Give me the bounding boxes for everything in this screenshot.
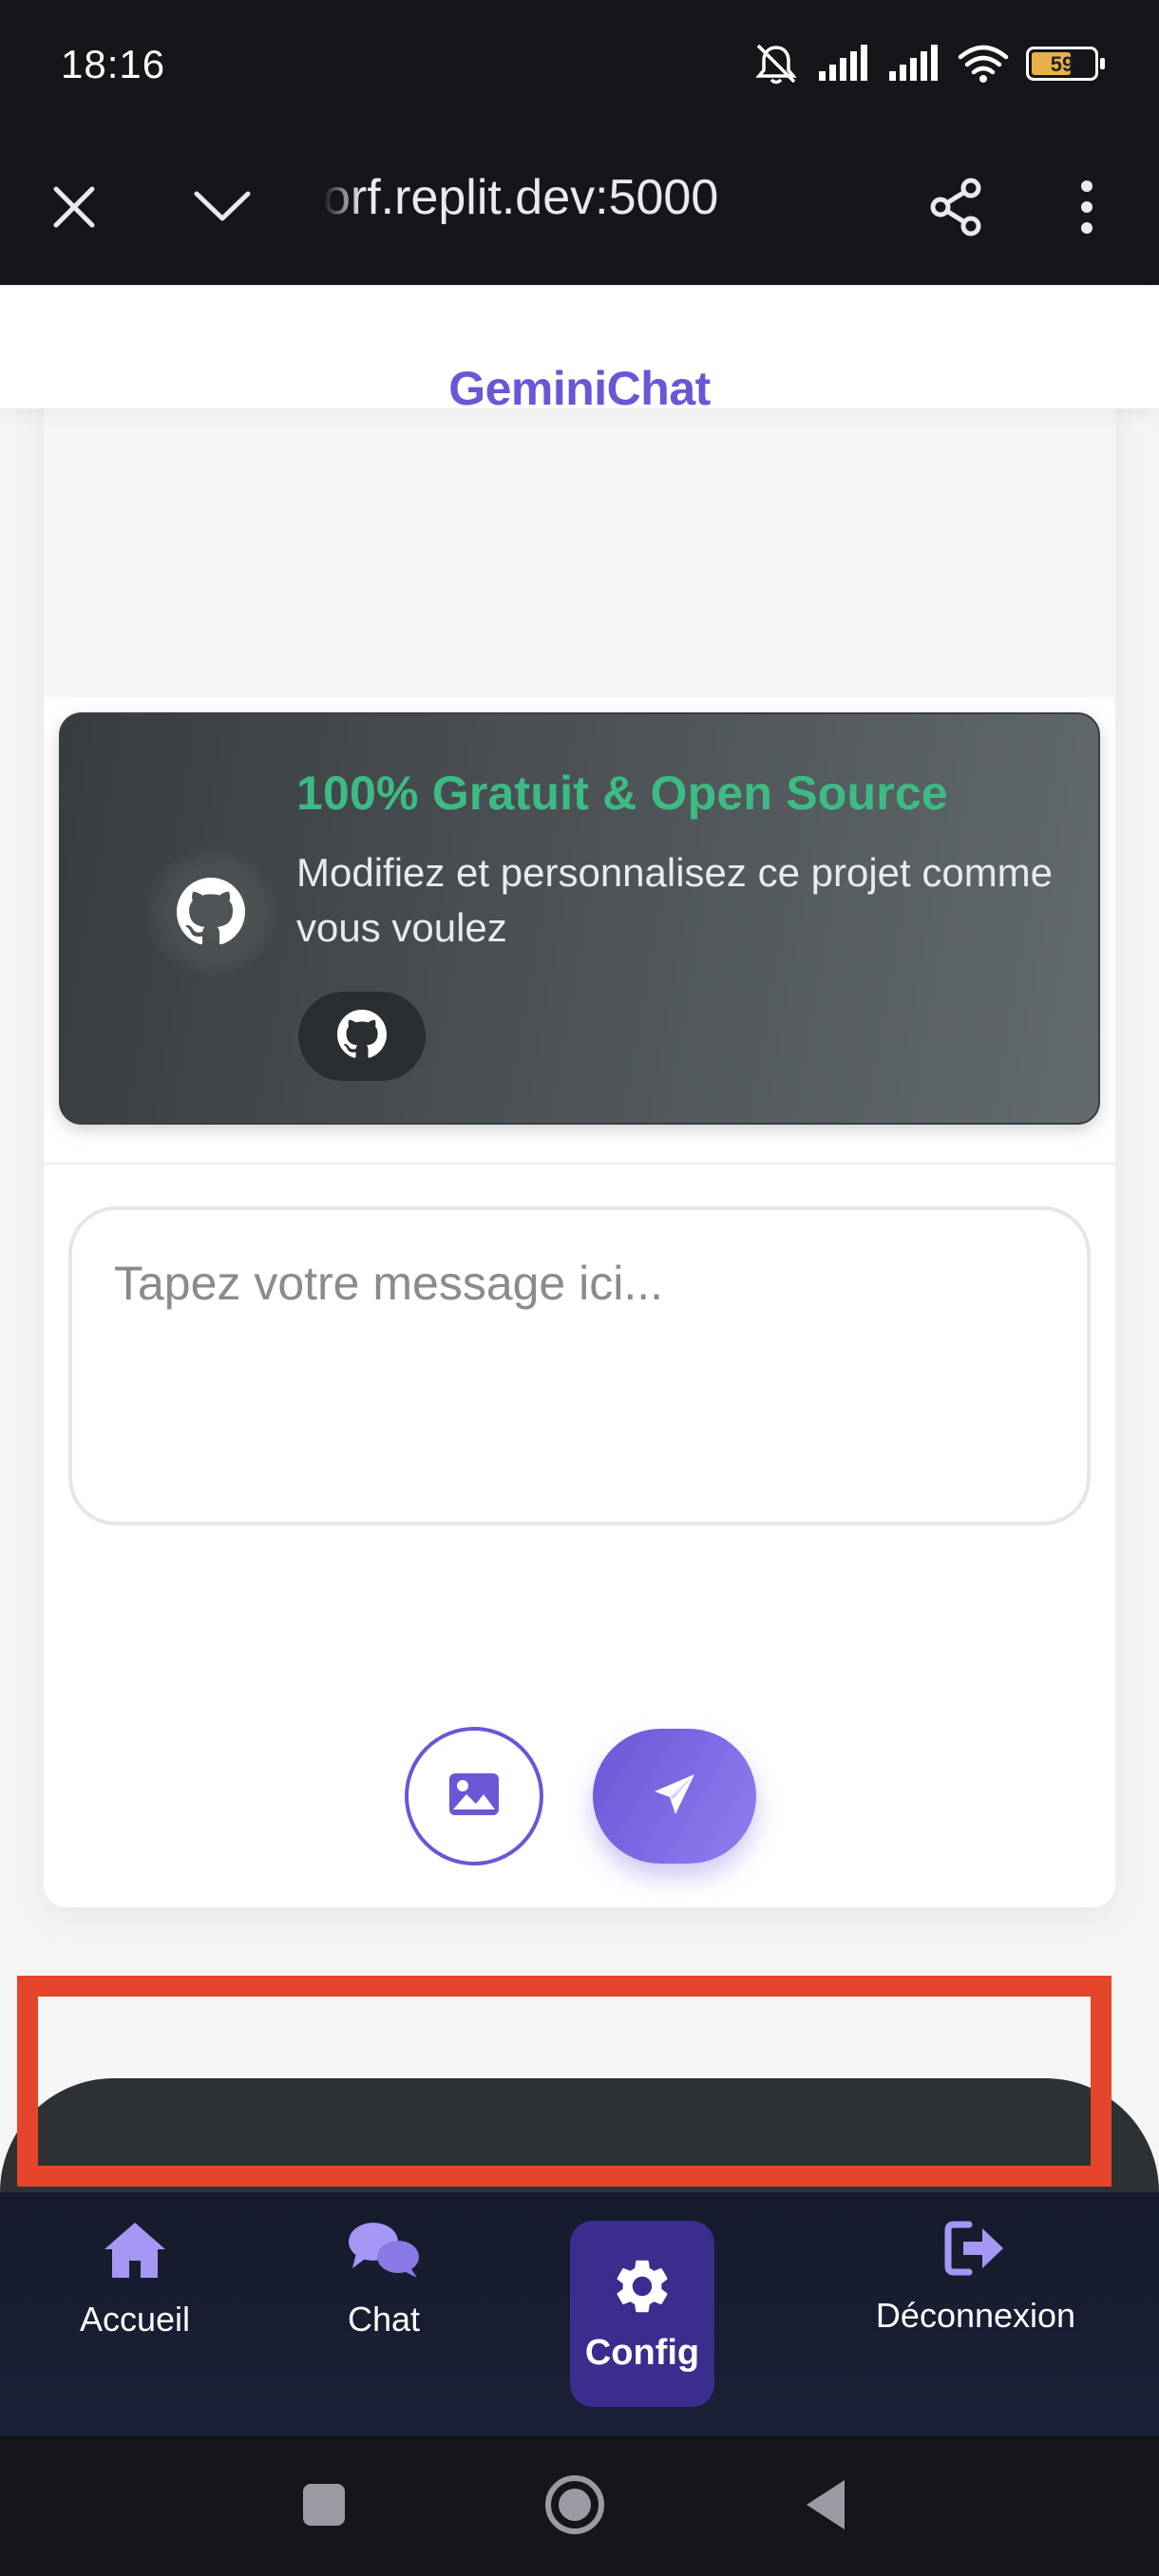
battery-icon: 59	[1026, 47, 1105, 81]
nav-label: Chat	[347, 2300, 421, 2339]
status-icons: 59	[752, 42, 1105, 85]
nav-label: Accueil	[79, 2300, 191, 2339]
home-button[interactable]	[542, 2473, 608, 2540]
open-source-banner: 100% Gratuit & Open Source Modifiez et p…	[59, 712, 1100, 1125]
home-icon	[101, 2219, 169, 2286]
gear-icon	[610, 2254, 674, 2323]
github-icon	[144, 845, 277, 978]
signal-icon	[887, 45, 940, 83]
status-time: 18:16	[61, 42, 166, 86]
share-button[interactable]	[908, 161, 1003, 256]
image-icon	[447, 1771, 501, 1822]
github-icon	[337, 1009, 387, 1064]
attach-image-button[interactable]	[405, 1727, 543, 1866]
browser-toolbar: orf.replit.dev:5000	[0, 133, 1159, 285]
promo-title: 100% Gratuit & Open Source	[296, 767, 948, 820]
nav-item-deconnexion[interactable]: Déconnexion	[855, 2192, 1096, 2435]
share-icon	[925, 177, 986, 242]
system-nav-bar	[0, 2435, 1159, 2576]
battery-level: 59	[1050, 52, 1074, 76]
chat-card: 100% Gratuit & Open Source Modifiez et p…	[44, 342, 1115, 1907]
nav-item-accueil[interactable]: Accueil	[68, 2192, 201, 2435]
triangle-back-icon	[803, 2478, 848, 2536]
close-icon	[50, 183, 98, 236]
signal-icon	[817, 45, 870, 83]
app-title[interactable]: GeminiChat	[0, 361, 1159, 416]
nav-label: Config	[584, 2333, 700, 2373]
nav-label: Déconnexion	[875, 2296, 1076, 2335]
chat-icon	[345, 2219, 423, 2286]
url-bar[interactable]: orf.replit.dev:5000	[323, 169, 760, 226]
divider	[44, 1163, 1115, 1165]
minimize-button[interactable]	[175, 161, 270, 256]
wifi-icon	[958, 44, 1009, 84]
app-header: GeminiChat	[0, 287, 1159, 415]
status-bar: 18:16 59	[0, 0, 1159, 133]
nav-item-chat[interactable]: Chat	[317, 2192, 450, 2435]
highlight-box	[17, 1976, 1112, 2187]
circle-icon	[543, 2473, 606, 2541]
close-tab-button[interactable]	[27, 161, 122, 256]
square-icon	[301, 2482, 347, 2532]
back-button[interactable]	[792, 2473, 859, 2540]
nav-item-config[interactable]: Config	[570, 2221, 714, 2407]
more-vert-icon	[1077, 179, 1096, 240]
bottom-nav: Accueil Chat Config Déconnexion	[0, 2192, 1159, 2435]
chevron-down-icon	[193, 188, 252, 231]
more-options-button[interactable]	[1039, 161, 1134, 256]
send-button[interactable]	[593, 1729, 756, 1864]
bell-off-icon	[752, 42, 800, 85]
message-input[interactable]	[68, 1206, 1091, 1525]
recents-button[interactable]	[291, 2473, 357, 2540]
github-link-button[interactable]	[296, 990, 428, 1083]
send-icon	[651, 1771, 698, 1823]
promo-description: Modifiez et personnalisez ce projet comm…	[296, 850, 1054, 950]
logout-icon	[944, 2219, 1007, 2282]
